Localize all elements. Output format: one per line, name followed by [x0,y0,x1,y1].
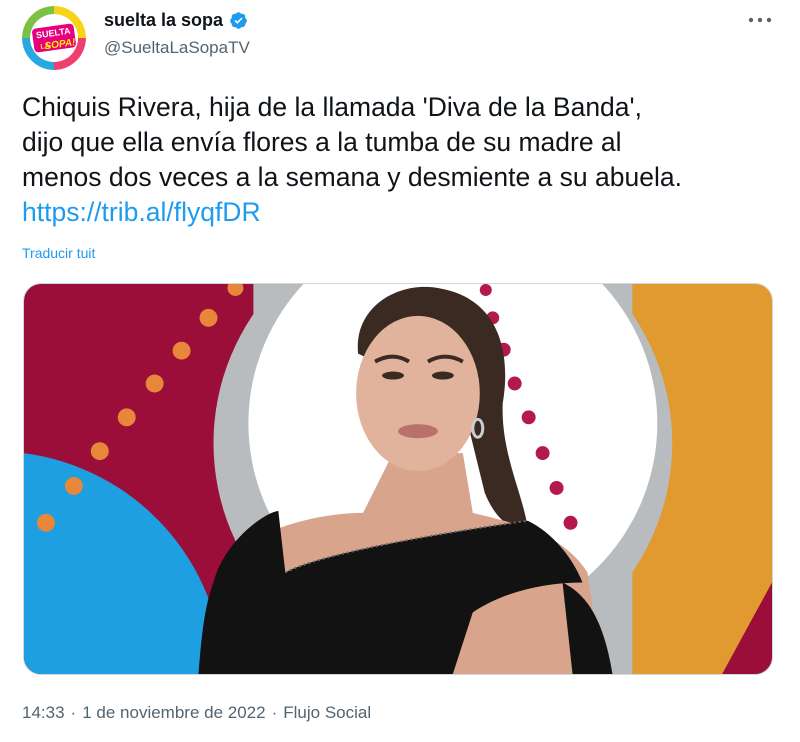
tweet-text: Chiquis Rivera, hija de la llamada 'Diva… [22,90,782,230]
tweet-meta: 14:33 · 1 de noviembre de 2022 · Flujo S… [22,703,371,723]
tweet-card: SUELTA LA SOPA! suelta la sopa @SueltaLa… [0,0,800,742]
tweet-date[interactable]: 1 de noviembre de 2022 [82,703,265,723]
tweet-text-line: dijo que ella envía flores a la tumba de… [22,127,622,157]
separator: · [70,703,77,722]
more-options-button[interactable] [746,10,774,30]
display-name-row: suelta la sopa [104,10,248,31]
translate-tweet-link[interactable]: Traducir tuit [22,245,95,261]
media-illustration [24,284,772,674]
tweet-source[interactable]: Flujo Social [283,703,371,723]
display-name[interactable]: suelta la sopa [104,10,223,31]
tweet-time[interactable]: 14:33 [22,703,65,723]
handle[interactable]: @SueltaLaSopaTV [104,38,250,58]
tweet-text-line: Chiquis Rivera, hija de la llamada 'Diva… [22,92,642,122]
avatar[interactable]: SUELTA LA SOPA! [22,6,86,70]
tweet-link[interactable]: https://trib.al/flyqfDR [22,197,261,227]
tweet-text-line: menos dos veces a la semana y desmiente … [22,162,682,192]
more-dots-icon [748,17,772,23]
avatar-logo: SUELTA LA SOPA! [22,6,86,70]
verified-badge-icon [230,12,247,29]
separator: · [271,703,278,722]
tweet-media-image[interactable] [23,283,773,675]
